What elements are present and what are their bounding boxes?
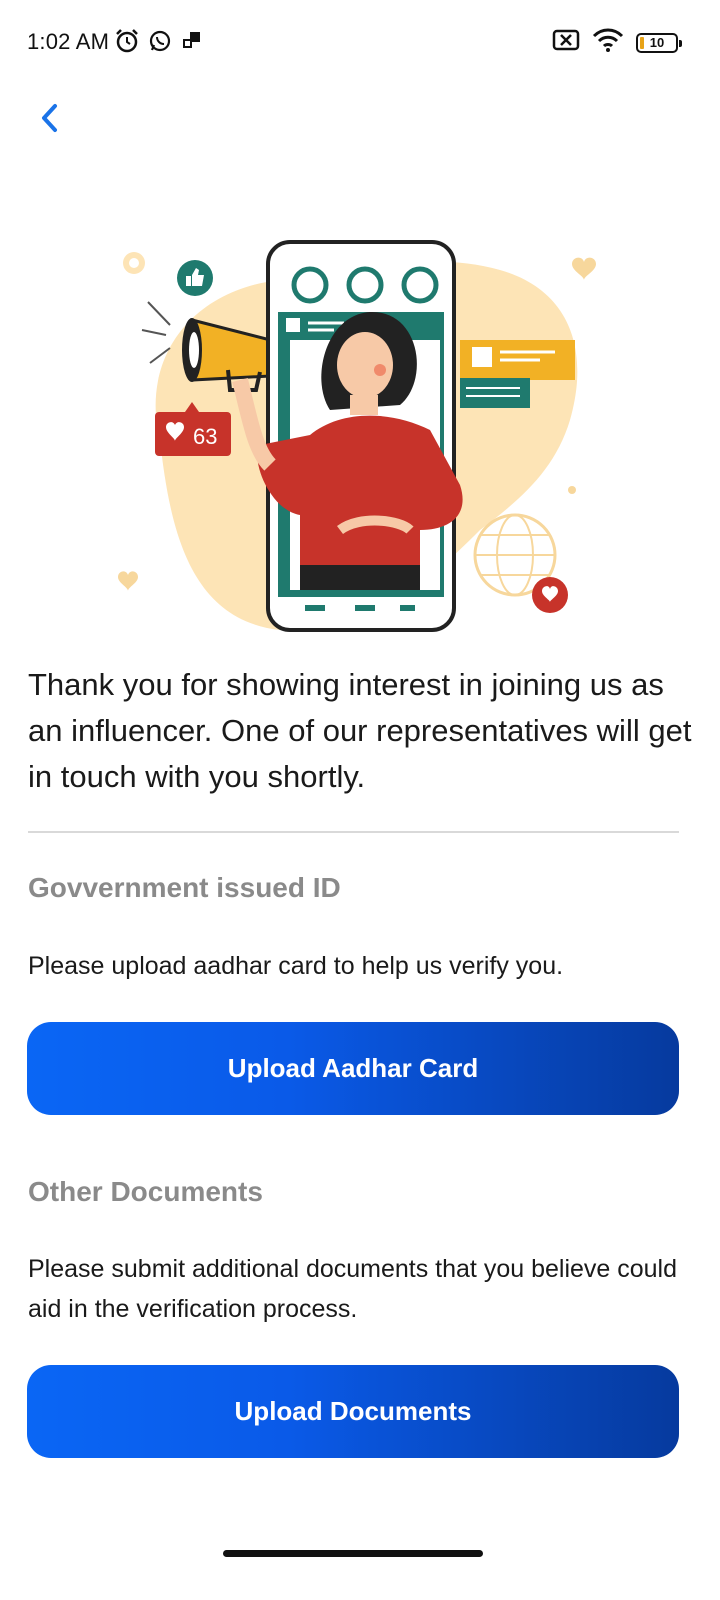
divider — [28, 831, 679, 833]
battery-level: 10 — [649, 35, 665, 50]
whatsapp-icon — [148, 29, 172, 58]
section-desc-other-documents: Please submit additional documents that … — [28, 1255, 678, 1323]
status-bar: 1:02 AM 10 — [0, 0, 720, 84]
alarm-icon — [114, 28, 140, 59]
section-desc-government-id: Please upload aadhar card to help us ver… — [28, 952, 564, 980]
intro-message: Thank you for showing interest in joinin… — [28, 667, 692, 794]
chevron-left-icon — [42, 104, 57, 132]
back-button[interactable] — [28, 96, 72, 140]
status-left-icons — [114, 28, 204, 59]
section-title-government-id: Govvernment issued ID — [28, 872, 341, 903]
upload-aadhar-button[interactable]: Upload Aadhar Card — [27, 1022, 679, 1115]
home-indicator[interactable] — [223, 1550, 483, 1557]
wifi-icon — [592, 28, 624, 57]
section-title-other-documents: Other Documents — [28, 1176, 263, 1207]
status-time: 1:02 AM — [27, 29, 110, 54]
status-right-icons: 10 — [552, 28, 682, 57]
battery-icon: 10 — [636, 32, 682, 53]
influencer-illustration: 63 — [100, 230, 620, 640]
notification-icon — [180, 29, 204, 58]
no-sim-icon — [552, 29, 580, 56]
upload-documents-button[interactable]: Upload Documents — [27, 1365, 679, 1458]
like-count: 63 — [193, 424, 217, 449]
